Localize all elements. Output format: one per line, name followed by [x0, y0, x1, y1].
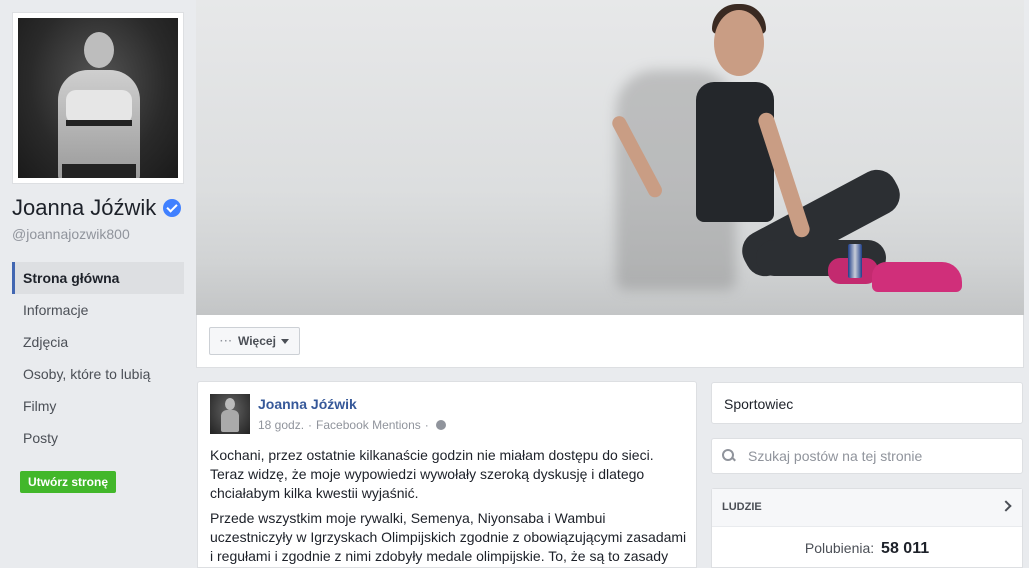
profile-picture[interactable] — [12, 12, 184, 184]
caret-down-icon — [280, 338, 289, 344]
nav-item-home[interactable]: Strona główna — [12, 262, 184, 294]
page-title: Joanna Jóźwik — [12, 195, 182, 221]
nav-item-likes[interactable]: Osoby, które to lubią — [12, 358, 184, 390]
profile-photo — [18, 18, 178, 178]
cover-photo[interactable] — [196, 0, 1024, 315]
nav-item-videos[interactable]: Filmy — [12, 390, 184, 422]
post-source[interactable]: Facebook Mentions — [316, 418, 421, 432]
more-button-label: Więcej — [238, 334, 276, 348]
post-text: Kochani, przez ostatnie kilkanaście godz… — [210, 446, 690, 567]
search-icon — [722, 449, 736, 463]
more-dots-icon: ··· — [220, 335, 233, 347]
verified-badge-icon[interactable] — [163, 199, 182, 217]
search-card — [711, 438, 1023, 474]
likes-count-row: Polubienia: 58 011 — [712, 527, 1022, 558]
post-paragraph: Przede wszystkim moje rywalki, Semenya, … — [210, 510, 687, 564]
nav-item-posts[interactable]: Posty — [12, 422, 184, 454]
post-author[interactable]: Joanna Jóźwik — [258, 396, 357, 412]
post-avatar[interactable] — [210, 394, 250, 434]
page-action-bar: ··· Więcej — [196, 315, 1024, 368]
page-name[interactable]: Joanna Jóźwik — [12, 195, 156, 221]
globe-icon[interactable] — [435, 420, 446, 430]
people-header[interactable]: LUDZIE — [712, 489, 1022, 527]
more-button[interactable]: ··· Więcej — [209, 327, 300, 355]
post-paragraph: Kochani, przez ostatnie kilkanaście godz… — [210, 447, 654, 501]
left-column: Joanna Jóźwik @joannajozwik800 Strona gł… — [0, 0, 196, 568]
category-card: Sportowiec — [711, 382, 1023, 424]
people-header-label: LUDZIE — [722, 501, 762, 513]
nav-item-photos[interactable]: Zdjęcia — [12, 326, 184, 358]
meta-separator: · — [308, 418, 313, 432]
likes-count: 58 011 — [881, 540, 930, 557]
page-category[interactable]: Sportowiec — [724, 396, 793, 412]
create-page-button[interactable]: Utwórz stronę — [20, 471, 117, 493]
likes-label: Polubienia: — [804, 540, 875, 556]
chevron-right-icon[interactable] — [1000, 500, 1012, 512]
people-card: LUDZIE Polubienia: 58 011 — [711, 488, 1023, 568]
post-meta: 18 godz. · Facebook Mentions · — [258, 418, 446, 432]
page-nav: Strona główna Informacje Zdjęcia Osoby, … — [12, 262, 184, 454]
nav-item-about[interactable]: Informacje — [12, 294, 184, 326]
post-card: Joanna Jóźwik 18 godz. · Facebook Mentio… — [197, 381, 697, 568]
page-handle: @joannajozwik800 — [12, 226, 130, 242]
post-time[interactable]: 18 godz. — [258, 418, 304, 432]
meta-separator: · — [424, 418, 429, 432]
search-posts-input[interactable] — [748, 448, 1008, 464]
